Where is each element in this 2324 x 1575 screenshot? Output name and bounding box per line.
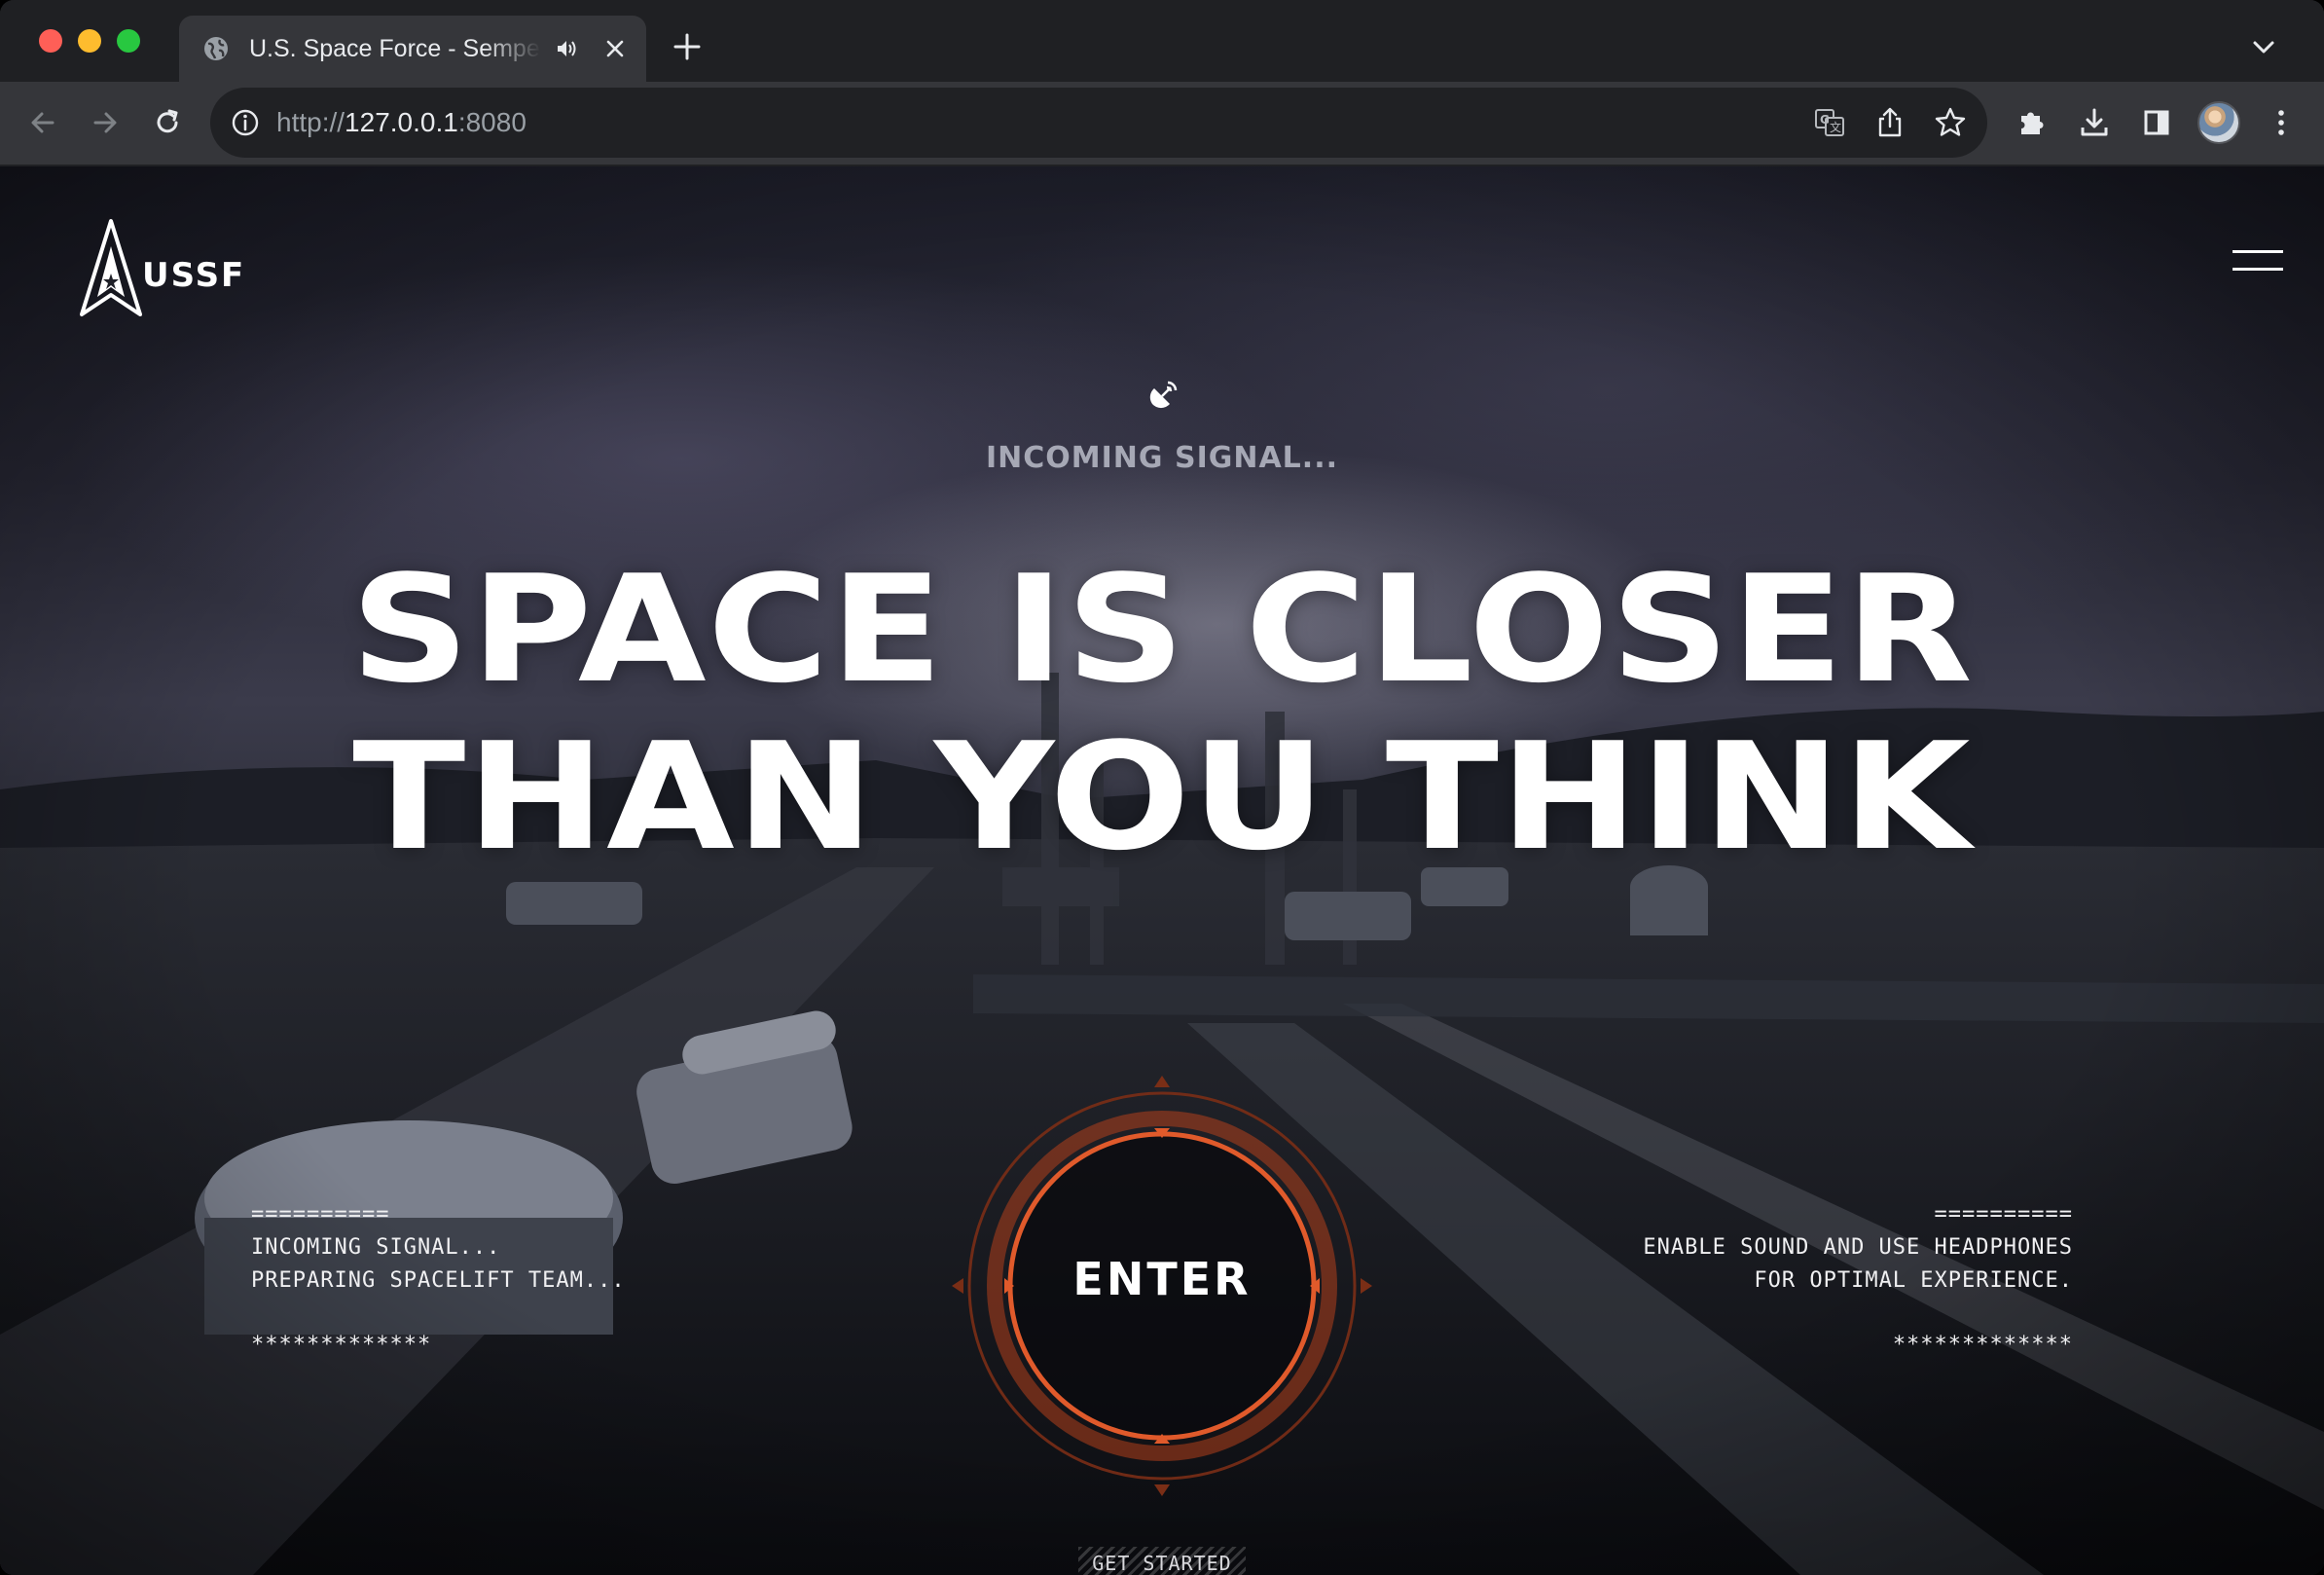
left-divider: ========== [251,1202,390,1227]
menu-line-bottom [2233,268,2283,271]
get-started-button[interactable]: GET STARTED [1078,1547,1246,1575]
tab-strip: U.S. Space Force - Semper Supra [0,0,2324,82]
extensions-button[interactable] [2013,103,2052,142]
close-window-button[interactable] [39,29,62,53]
new-tab-icon[interactable] [672,31,703,62]
right-line-1: ENABLE SOUND AND USE HEADPHONES [1643,1235,2073,1260]
back-button[interactable] [23,103,62,142]
arrow-left-icon [31,112,54,133]
address-bar[interactable]: http://127.0.0.1:8080 G 文 [210,88,1987,158]
headline-line-1: SPACE IS CLOSER [349,543,1975,715]
left-status-panel: ========== INCOMING SIGNAL... PREPARING … [251,1198,626,1362]
right-status-panel: ========== ENABLE SOUND AND USE HEADPHON… [1643,1198,2073,1362]
close-tab-icon[interactable] [601,35,629,62]
audio-playing-icon[interactable] [553,35,580,62]
side-panel-icon [2144,110,2169,135]
url-host: 127.0.0.1 [345,107,458,137]
translate-icon[interactable]: G 文 [1812,105,1847,140]
arrow-right-icon [93,112,117,133]
reload-icon [157,109,178,133]
side-panel-button[interactable] [2137,103,2176,142]
globe-icon [204,37,228,60]
menu-line-top [2233,250,2283,253]
puzzle-piece-icon [2021,112,2044,134]
svg-text:G: G [1820,113,1830,127]
enter-button-label[interactable]: ENTER [950,1253,1374,1305]
downloads-button[interactable] [2075,103,2114,142]
url-scheme: http:// [276,107,345,137]
minimize-window-button[interactable] [78,29,101,53]
forward-button[interactable] [86,103,125,142]
svg-text:文: 文 [1830,120,1841,134]
kebab-menu-icon [2278,110,2284,135]
tab-search-chevron-icon[interactable] [2250,35,2277,58]
page-viewport: USSF INCOMING SIGNAL... SPACE IS CLOSER … [0,166,2324,1575]
left-line-1: INCOMING SIGNAL... [251,1235,501,1260]
browser-window: U.S. Space Force - Semper Supra [0,0,2324,1575]
browser-toolbar: http://127.0.0.1:8080 G 文 [0,82,2324,165]
left-line-2: PREPARING SPACELIFT TEAM... [251,1268,626,1293]
info-icon[interactable] [230,107,261,138]
tab-title: U.S. Space Force - Semper Supra [249,35,541,62]
right-stars: ************* [1892,1333,2073,1357]
maximize-window-button[interactable] [117,29,140,53]
hero-headline: SPACE IS CLOSER THAN YOU THINK [0,546,2324,881]
share-icon[interactable] [1872,105,1907,140]
reload-button[interactable] [148,103,187,142]
profile-avatar[interactable] [2197,101,2240,144]
browser-menu-button[interactable] [2262,103,2301,142]
browser-tab[interactable]: U.S. Space Force - Semper Supra [179,16,646,82]
right-line-2: FOR OPTIMAL EXPERIENCE. [1754,1268,2073,1293]
url-text[interactable]: http://127.0.0.1:8080 [276,105,527,140]
left-stars: ************* [251,1333,432,1357]
url-port: :8080 [457,107,527,137]
download-icon [2081,108,2108,136]
bookmark-star-icon[interactable] [1933,105,1968,140]
headline-line-2: THAN YOU THINK [352,711,1972,883]
hamburger-menu-button[interactable] [2233,250,2283,277]
signal-status-text: INCOMING SIGNAL... [985,441,1338,475]
logo-wordmark[interactable]: USSF [142,256,245,295]
satellite-dish-icon [1149,381,1178,409]
right-divider: ========== [1934,1202,2073,1227]
